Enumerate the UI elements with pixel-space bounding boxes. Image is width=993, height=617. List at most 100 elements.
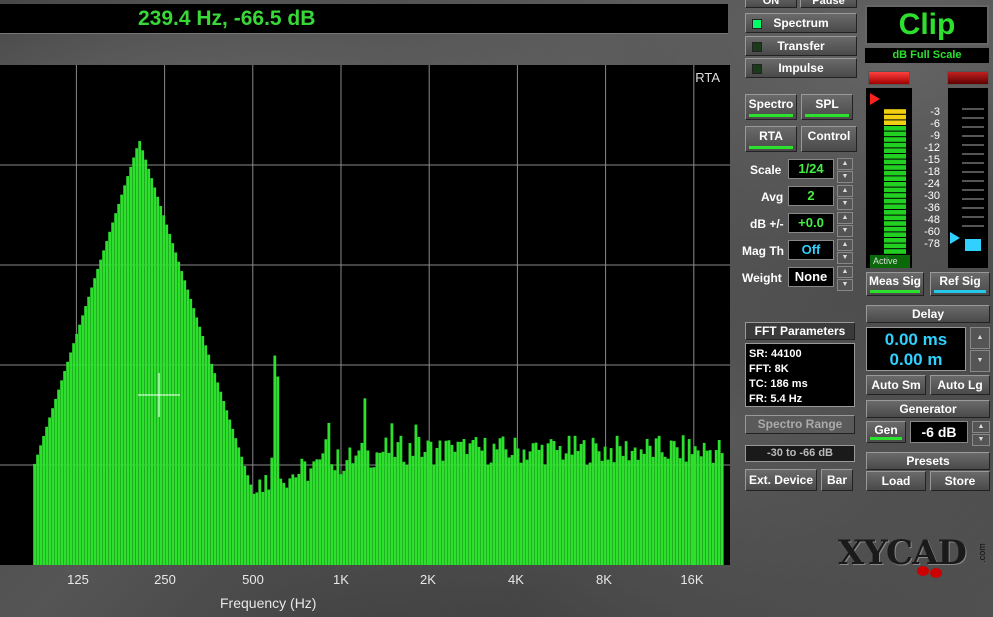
rta-plot[interactable]: RTA	[0, 65, 730, 565]
spin-down-icon[interactable]: ▼	[972, 434, 990, 446]
spectrum-bar	[501, 436, 505, 565]
fft-parameters-panel: SR: 44100 FFT: 8K TC: 186 ms FR: 5.4 Hz	[745, 343, 855, 407]
spectrum-bar	[105, 241, 109, 565]
spin-down-icon[interactable]: ▼	[837, 279, 853, 291]
pause-button[interactable]: Pause	[800, 0, 857, 8]
delay-spinner[interactable]: ▲ ▼	[970, 327, 990, 372]
spectrum-bar	[420, 456, 424, 565]
mag-threshold-value[interactable]: Off	[788, 240, 834, 260]
ref-sig-button[interactable]: Ref Sig	[930, 272, 990, 296]
spin-up-icon[interactable]: ▲	[837, 212, 853, 224]
spin-down-icon[interactable]: ▼	[970, 350, 990, 372]
generator-level-value[interactable]: -6 dB	[910, 421, 968, 443]
meas-meter-segment	[884, 142, 906, 148]
spin-down-icon[interactable]: ▼	[837, 252, 853, 264]
spectrum-bar	[495, 449, 499, 565]
spin-down-icon[interactable]: ▼	[837, 225, 853, 237]
spectrum-bar	[426, 440, 430, 565]
mode-impulse-button[interactable]: Impulse	[745, 58, 857, 78]
spectrum-bar	[648, 445, 652, 565]
spectrum-bar	[252, 493, 256, 565]
spectrum-bar	[369, 467, 373, 565]
spin-up-icon[interactable]: ▲	[970, 327, 990, 349]
spectrum-bar	[396, 442, 400, 565]
spectrum-bar	[240, 456, 244, 565]
ref-meter-segment	[962, 180, 984, 182]
x-axis-label: Frequency (Hz)	[220, 595, 317, 611]
spin-down-icon[interactable]: ▼	[837, 171, 853, 183]
ref-level-handle[interactable]	[965, 239, 981, 251]
ref-meter-segment	[962, 162, 984, 164]
control-button[interactable]: Control	[801, 126, 857, 152]
spectrum-bar	[402, 461, 406, 565]
bar-button[interactable]: Bar	[821, 469, 853, 491]
spin-up-icon[interactable]: ▲	[837, 185, 853, 197]
spin-down-icon[interactable]: ▼	[837, 198, 853, 210]
spectrum-bar	[363, 398, 367, 565]
mode-transfer-button[interactable]: Transfer	[745, 36, 857, 56]
spectrum-bar	[285, 487, 289, 565]
spectrum-bar	[180, 271, 184, 565]
spectrum-bar	[432, 464, 436, 565]
logo-dot-icon	[917, 566, 929, 576]
meter-scale-tick: -48	[924, 214, 940, 226]
spectrum-bar	[582, 440, 586, 565]
spl-button[interactable]: SPL	[801, 94, 853, 120]
rta-button[interactable]: RTA	[745, 126, 797, 152]
mag-threshold-spinner[interactable]: ▲ ▼	[837, 239, 853, 264]
spectrum-bar	[81, 315, 85, 565]
spectrum-bar	[636, 459, 640, 565]
scale-spinner[interactable]: ▲ ▼	[837, 158, 853, 183]
spectro-button[interactable]: Spectro	[745, 94, 797, 120]
auto-small-button[interactable]: Auto Sm	[866, 375, 926, 395]
meas-meter-segment	[884, 204, 906, 209]
spectrum-bar	[216, 382, 220, 565]
db-offset-value[interactable]: +0.0	[788, 213, 834, 233]
spin-up-icon[interactable]: ▲	[837, 239, 853, 251]
spectrum-bar	[534, 442, 538, 565]
mode-spectrum-button[interactable]: Spectrum	[745, 13, 857, 33]
weight-spinner[interactable]: ▲ ▼	[837, 266, 853, 291]
spectrum-bar	[378, 452, 382, 565]
store-preset-button[interactable]: Store	[930, 471, 990, 491]
spin-up-icon[interactable]: ▲	[837, 158, 853, 170]
ext-device-button[interactable]: Ext. Device	[745, 469, 817, 491]
spectrum-bar	[507, 457, 511, 565]
x-tick-8k: 8K	[596, 572, 612, 587]
spectro-range-button[interactable]: Spectro Range	[745, 415, 855, 434]
auto-large-button[interactable]: Auto Lg	[930, 375, 990, 395]
spectrum-bar	[336, 449, 340, 565]
spectrum-bar	[414, 424, 418, 565]
avg-spinner[interactable]: ▲ ▼	[837, 185, 853, 210]
avg-label: Avg	[761, 190, 784, 204]
spectrum-bar	[357, 450, 361, 565]
spectrum-bar	[342, 470, 346, 565]
spectrum-bar	[630, 450, 634, 565]
spin-up-icon[interactable]: ▲	[972, 421, 990, 433]
transfer-led-icon	[752, 42, 762, 52]
avg-value[interactable]: 2	[788, 186, 834, 206]
spectrum-bar	[87, 296, 91, 565]
load-preset-button[interactable]: Load	[866, 471, 926, 491]
meas-meter-segment	[884, 120, 906, 125]
meas-meter-segment	[884, 215, 906, 221]
spectrum-bar	[450, 444, 454, 565]
generator-level-spinner[interactable]: ▲ ▼	[972, 421, 990, 446]
scale-value[interactable]: 1/24	[788, 159, 834, 179]
weight-value[interactable]: None	[788, 267, 834, 287]
spectrum-bar	[516, 448, 520, 565]
spectrum-bar	[135, 148, 139, 565]
meas-sig-button[interactable]: Meas Sig	[866, 272, 924, 296]
spectrum-bar	[339, 474, 343, 565]
meter-scale-tick: -78	[924, 238, 940, 250]
spectrum-bar	[600, 460, 604, 565]
on-button[interactable]: ON	[745, 0, 797, 8]
spin-up-icon[interactable]: ▲	[837, 266, 853, 278]
gen-button[interactable]: Gen	[866, 421, 906, 443]
db-offset-spinner[interactable]: ▲ ▼	[837, 212, 853, 237]
meas-meter-segment	[884, 109, 906, 114]
spectrum-bar	[594, 443, 598, 565]
meas-clip-led-icon	[868, 71, 910, 85]
meas-meter-segment	[884, 176, 906, 181]
spectrum-bar	[576, 451, 580, 565]
